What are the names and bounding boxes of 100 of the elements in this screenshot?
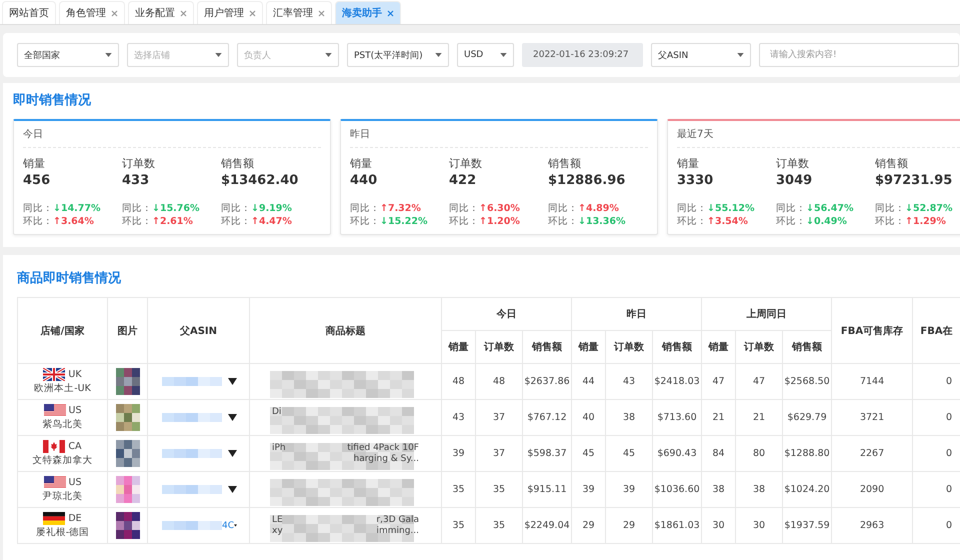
table-cell: $2637.86 bbox=[522, 364, 572, 400]
table-cell: 40 bbox=[572, 400, 606, 436]
tab[interactable]: 汇率管理 bbox=[266, 1, 332, 24]
metric-value: $13462.40 bbox=[221, 173, 300, 188]
change-label: 同比： bbox=[776, 202, 806, 215]
caret-icon bbox=[105, 53, 112, 57]
table-cell: 2267 bbox=[832, 436, 913, 472]
close-icon[interactable] bbox=[180, 10, 187, 16]
table-cell: 84 bbox=[702, 436, 736, 472]
title-fragment: harging & Sy... bbox=[354, 454, 419, 464]
metric-label: 销量 bbox=[23, 156, 46, 171]
country-code: DE bbox=[68, 513, 82, 524]
column-header: 父ASIN bbox=[148, 298, 250, 364]
store-name: 屡礼根-德国 bbox=[36, 526, 90, 539]
change-value: ↑3.64% bbox=[53, 215, 94, 228]
table-cell: 29 bbox=[572, 508, 606, 544]
table-cell: 39 bbox=[442, 436, 476, 472]
card-title: 最近7天 bbox=[677, 127, 960, 148]
change-value: ↑3.54% bbox=[707, 215, 748, 228]
asin-fragment: 4C bbox=[222, 520, 234, 530]
change-label: 环比： bbox=[122, 215, 152, 228]
caret-icon bbox=[500, 53, 507, 57]
table-cell: $598.37 bbox=[522, 436, 572, 472]
title-fragment: Di bbox=[272, 406, 282, 418]
caret-icon bbox=[215, 53, 222, 57]
change-label: 环比： bbox=[548, 215, 578, 228]
metric-label: 订单数 bbox=[449, 156, 483, 171]
tab[interactable]: 用户管理 bbox=[197, 1, 263, 24]
table-cell: 45 bbox=[606, 436, 652, 472]
change-label: 同比： bbox=[548, 202, 578, 215]
store-name: 尹琼北美 bbox=[42, 490, 82, 503]
change-value: ↑6.30% bbox=[479, 202, 520, 215]
select-field[interactable]: 父ASIN bbox=[651, 43, 751, 67]
table-cell: 45 bbox=[572, 436, 606, 472]
column-header: 订单数 bbox=[476, 330, 522, 364]
table-cell: 47 bbox=[736, 364, 782, 400]
change-value: ↑4.47% bbox=[251, 215, 292, 228]
metric-label: 销售额 bbox=[875, 156, 909, 171]
tab[interactable]: 角色管理 bbox=[59, 1, 125, 24]
country-code: US bbox=[68, 477, 82, 488]
change-label: 同比： bbox=[122, 202, 152, 215]
dropdown-caret-icon[interactable] bbox=[228, 450, 237, 457]
select-field[interactable]: 全部国家 bbox=[17, 43, 119, 67]
table-cell: $2418.03 bbox=[652, 364, 702, 400]
metric-label: 销量 bbox=[677, 156, 700, 171]
change-label: 环比： bbox=[449, 215, 479, 228]
table-cell: $1288.80 bbox=[782, 436, 832, 472]
search-field[interactable]: 请输入搜索内容! bbox=[759, 43, 959, 67]
metric-value: $12886.96 bbox=[548, 173, 626, 188]
dropdown-caret-icon[interactable] bbox=[228, 414, 237, 421]
close-icon[interactable] bbox=[387, 10, 394, 16]
metric-value: 3049 bbox=[776, 173, 814, 188]
title-fragment: xy bbox=[272, 526, 283, 536]
table-cell: 2963 bbox=[832, 508, 913, 544]
table-cell: 38 bbox=[736, 472, 782, 508]
table-cell: 38 bbox=[606, 400, 652, 436]
change-label: 环比： bbox=[350, 215, 380, 228]
caret-icon bbox=[435, 53, 442, 57]
column-header: FBA在 bbox=[912, 298, 960, 364]
select-field[interactable]: USD bbox=[457, 43, 514, 67]
table-cell: 35 bbox=[476, 472, 522, 508]
table-cell: 21 bbox=[736, 400, 782, 436]
close-icon[interactable] bbox=[111, 10, 118, 16]
table-cell: $2568.50 bbox=[782, 364, 832, 400]
change-label: 同比： bbox=[875, 202, 905, 215]
select-field[interactable]: PST(太平洋时间) bbox=[347, 43, 449, 67]
table-cell: $713.60 bbox=[652, 400, 702, 436]
table-cell: 38 bbox=[702, 472, 736, 508]
dropdown-caret-icon[interactable] bbox=[228, 378, 237, 385]
metric-value: 440 bbox=[350, 173, 378, 188]
column-header: 销售额 bbox=[522, 330, 572, 364]
close-icon[interactable] bbox=[249, 10, 256, 16]
column-header: 订单数 bbox=[736, 330, 782, 364]
change-label: 环比： bbox=[677, 215, 707, 228]
caret-icon bbox=[737, 53, 744, 57]
change-value: ↓9.19% bbox=[251, 202, 292, 215]
change-label: 同比： bbox=[221, 202, 251, 215]
tab[interactable]: 业务配置 bbox=[128, 1, 194, 24]
dropdown-caret-icon[interactable] bbox=[228, 486, 237, 493]
card-title: 昨日 bbox=[350, 127, 648, 148]
change-value: ↑1.20% bbox=[479, 215, 520, 228]
table-cell: $915.11 bbox=[522, 472, 572, 508]
metric-label: 销售额 bbox=[221, 156, 255, 171]
close-icon[interactable] bbox=[318, 10, 325, 16]
store-name: 文特森加拿大 bbox=[32, 454, 92, 467]
table-cell: $690.43 bbox=[652, 436, 702, 472]
country-code: CA bbox=[68, 441, 82, 452]
table-cell: 29 bbox=[606, 508, 652, 544]
change-label: 环比： bbox=[23, 215, 53, 228]
metric-label: 订单数 bbox=[122, 156, 156, 171]
change-label: 环比： bbox=[875, 215, 905, 228]
card-title: 今日 bbox=[23, 127, 321, 148]
column-header: 店铺/国家 bbox=[18, 298, 108, 364]
tab[interactable]: 网站首页 bbox=[2, 1, 56, 24]
change-value: ↓52.87% bbox=[905, 202, 953, 215]
table-cell: $1937.59 bbox=[782, 508, 832, 544]
change-value: ↑2.61% bbox=[152, 215, 193, 228]
title-fragment: LE bbox=[272, 514, 283, 526]
column-header: 订单数 bbox=[606, 330, 652, 364]
metric-value: 3330 bbox=[677, 173, 714, 188]
